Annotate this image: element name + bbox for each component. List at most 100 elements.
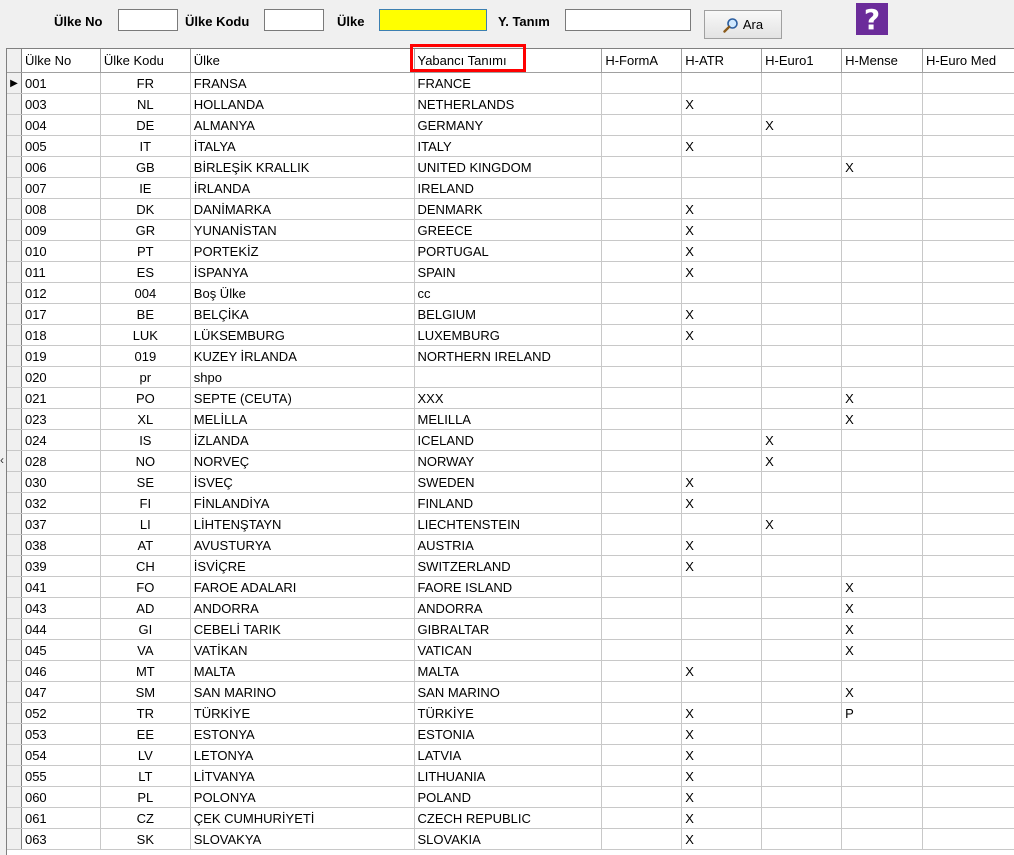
cell-h-euro1[interactable]	[761, 135, 843, 157]
row-indicator[interactable]	[7, 618, 22, 640]
row-indicator[interactable]	[7, 639, 22, 661]
row-indicator[interactable]	[7, 177, 22, 199]
cell-ulke-no[interactable]: 023	[21, 408, 101, 430]
cell-h-forma[interactable]	[601, 366, 683, 388]
cell-h-atr[interactable]: X	[681, 744, 763, 766]
cell-h-atr[interactable]	[681, 387, 763, 409]
cell-h-mense[interactable]	[841, 177, 923, 199]
row-indicator[interactable]	[7, 219, 22, 241]
cell-h-forma[interactable]	[601, 177, 683, 199]
cell-h-euro1[interactable]	[761, 240, 843, 262]
cell-h-forma[interactable]	[601, 387, 683, 409]
cell-yabanci-tanimi[interactable]: GREECE	[414, 219, 603, 241]
cell-h-mense[interactable]: X	[841, 681, 923, 703]
cell-ulke-kodu[interactable]: DE	[100, 114, 191, 136]
cell-h-euro-med[interactable]	[922, 576, 1014, 598]
cell-ulke-kodu[interactable]: PL	[100, 786, 191, 808]
cell-ulke[interactable]: LİHTENŞTAYN	[190, 513, 415, 535]
cell-ulke-no[interactable]: 012	[21, 282, 101, 304]
cell-h-euro1[interactable]: X	[761, 450, 843, 472]
row-indicator[interactable]	[7, 723, 22, 745]
cell-h-euro-med[interactable]	[922, 744, 1014, 766]
column-header-h-euro-med[interactable]: H-Euro Med	[922, 49, 1014, 73]
cell-h-forma[interactable]	[601, 744, 683, 766]
cell-ulke-no[interactable]: 020	[21, 366, 101, 388]
cell-ulke[interactable]: LİTVANYA	[190, 765, 415, 787]
row-indicator[interactable]: ▶	[7, 72, 22, 94]
cell-yabanci-tanimi[interactable]: GIBRALTAR	[414, 618, 603, 640]
cell-yabanci-tanimi[interactable]: MALTA	[414, 660, 603, 682]
cell-ulke-no[interactable]: 047	[21, 681, 101, 703]
cell-yabanci-tanimi[interactable]: SAN MARINO	[414, 681, 603, 703]
cell-yabanci-tanimi[interactable]: NETHERLANDS	[414, 93, 603, 115]
row-indicator[interactable]	[7, 156, 22, 178]
cell-h-euro1[interactable]: X	[761, 114, 843, 136]
cell-h-forma[interactable]	[601, 576, 683, 598]
cell-ulke-kodu[interactable]: IE	[100, 177, 191, 199]
table-row[interactable]: 023 XL MELİLLA MELILLA X	[7, 408, 1014, 430]
cell-h-forma[interactable]	[601, 303, 683, 325]
cell-ulke-kodu[interactable]: NO	[100, 450, 191, 472]
cell-h-mense[interactable]	[841, 450, 923, 472]
row-indicator[interactable]	[7, 198, 22, 220]
table-row[interactable]: 010 PT PORTEKİZ PORTUGAL X	[7, 240, 1014, 262]
cell-ulke[interactable]: DANİMARKA	[190, 198, 415, 220]
row-indicator[interactable]	[7, 765, 22, 787]
cell-h-atr[interactable]: X	[681, 723, 763, 745]
cell-ulke[interactable]: TÜRKİYE	[190, 702, 415, 724]
table-row[interactable]: 017 BE BELÇİKA BELGIUM X	[7, 303, 1014, 325]
cell-h-mense[interactable]	[841, 471, 923, 493]
table-row[interactable]: 060 PL POLONYA POLAND X	[7, 786, 1014, 808]
cell-h-euro1[interactable]	[761, 72, 843, 94]
cell-h-euro1[interactable]	[761, 219, 843, 241]
cell-h-euro1[interactable]	[761, 744, 843, 766]
cell-h-atr[interactable]: X	[681, 534, 763, 556]
cell-ulke-kodu[interactable]: BE	[100, 303, 191, 325]
cell-h-mense[interactable]	[841, 828, 923, 850]
cell-ulke-kodu[interactable]: DK	[100, 198, 191, 220]
cell-h-euro1[interactable]	[761, 366, 843, 388]
cell-h-euro1[interactable]	[761, 492, 843, 514]
cell-h-atr[interactable]	[681, 429, 763, 451]
cell-ulke[interactable]: SLOVAKYA	[190, 828, 415, 850]
table-row[interactable]: 024 IS İZLANDA ICELAND X	[7, 429, 1014, 451]
cell-yabanci-tanimi[interactable]: GERMANY	[414, 114, 603, 136]
row-indicator[interactable]	[7, 114, 22, 136]
cell-ulke[interactable]: İSVİÇRE	[190, 555, 415, 577]
table-row[interactable]: 054 LV LETONYA LATVIA X	[7, 744, 1014, 766]
cell-h-atr[interactable]	[681, 366, 763, 388]
cell-h-atr[interactable]	[681, 72, 763, 94]
cell-h-forma[interactable]	[601, 807, 683, 829]
cell-h-mense[interactable]: X	[841, 639, 923, 661]
cell-h-mense[interactable]: X	[841, 576, 923, 598]
cell-ulke-no[interactable]: 010	[21, 240, 101, 262]
cell-ulke-kodu[interactable]: XL	[100, 408, 191, 430]
row-indicator[interactable]	[7, 660, 22, 682]
cell-ulke-no[interactable]: 063	[21, 828, 101, 850]
table-row[interactable]: 019 019 KUZEY İRLANDA NORTHERN IRELAND	[7, 345, 1014, 367]
cell-h-mense[interactable]	[841, 345, 923, 367]
row-indicator[interactable]	[7, 597, 22, 619]
cell-h-euro1[interactable]	[761, 786, 843, 808]
table-row[interactable]: 003 NL HOLLANDA NETHERLANDS X	[7, 93, 1014, 115]
cell-ulke[interactable]: LETONYA	[190, 744, 415, 766]
cell-h-euro-med[interactable]	[922, 387, 1014, 409]
cell-h-atr[interactable]: X	[681, 555, 763, 577]
cell-ulke-kodu[interactable]: NL	[100, 93, 191, 115]
column-header-h-mense[interactable]: H-Mense	[841, 49, 923, 73]
column-header-h-euro1[interactable]: H-Euro1	[761, 49, 843, 73]
cell-h-forma[interactable]	[601, 345, 683, 367]
cell-ulke-no[interactable]: 053	[21, 723, 101, 745]
cell-h-atr[interactable]: X	[681, 660, 763, 682]
cell-h-mense[interactable]	[841, 744, 923, 766]
cell-ulke-kodu[interactable]: LT	[100, 765, 191, 787]
table-row[interactable]: 011 ES İSPANYA SPAIN X	[7, 261, 1014, 283]
cell-h-forma[interactable]	[601, 93, 683, 115]
row-indicator[interactable]	[7, 261, 22, 283]
cell-h-atr[interactable]: X	[681, 807, 763, 829]
cell-h-forma[interactable]	[601, 765, 683, 787]
cell-yabanci-tanimi[interactable]: FAORE ISLAND	[414, 576, 603, 598]
table-row[interactable]: 004 DE ALMANYA GERMANY X	[7, 114, 1014, 136]
cell-ulke[interactable]: LÜKSEMBURG	[190, 324, 415, 346]
cell-ulke-no[interactable]: 032	[21, 492, 101, 514]
